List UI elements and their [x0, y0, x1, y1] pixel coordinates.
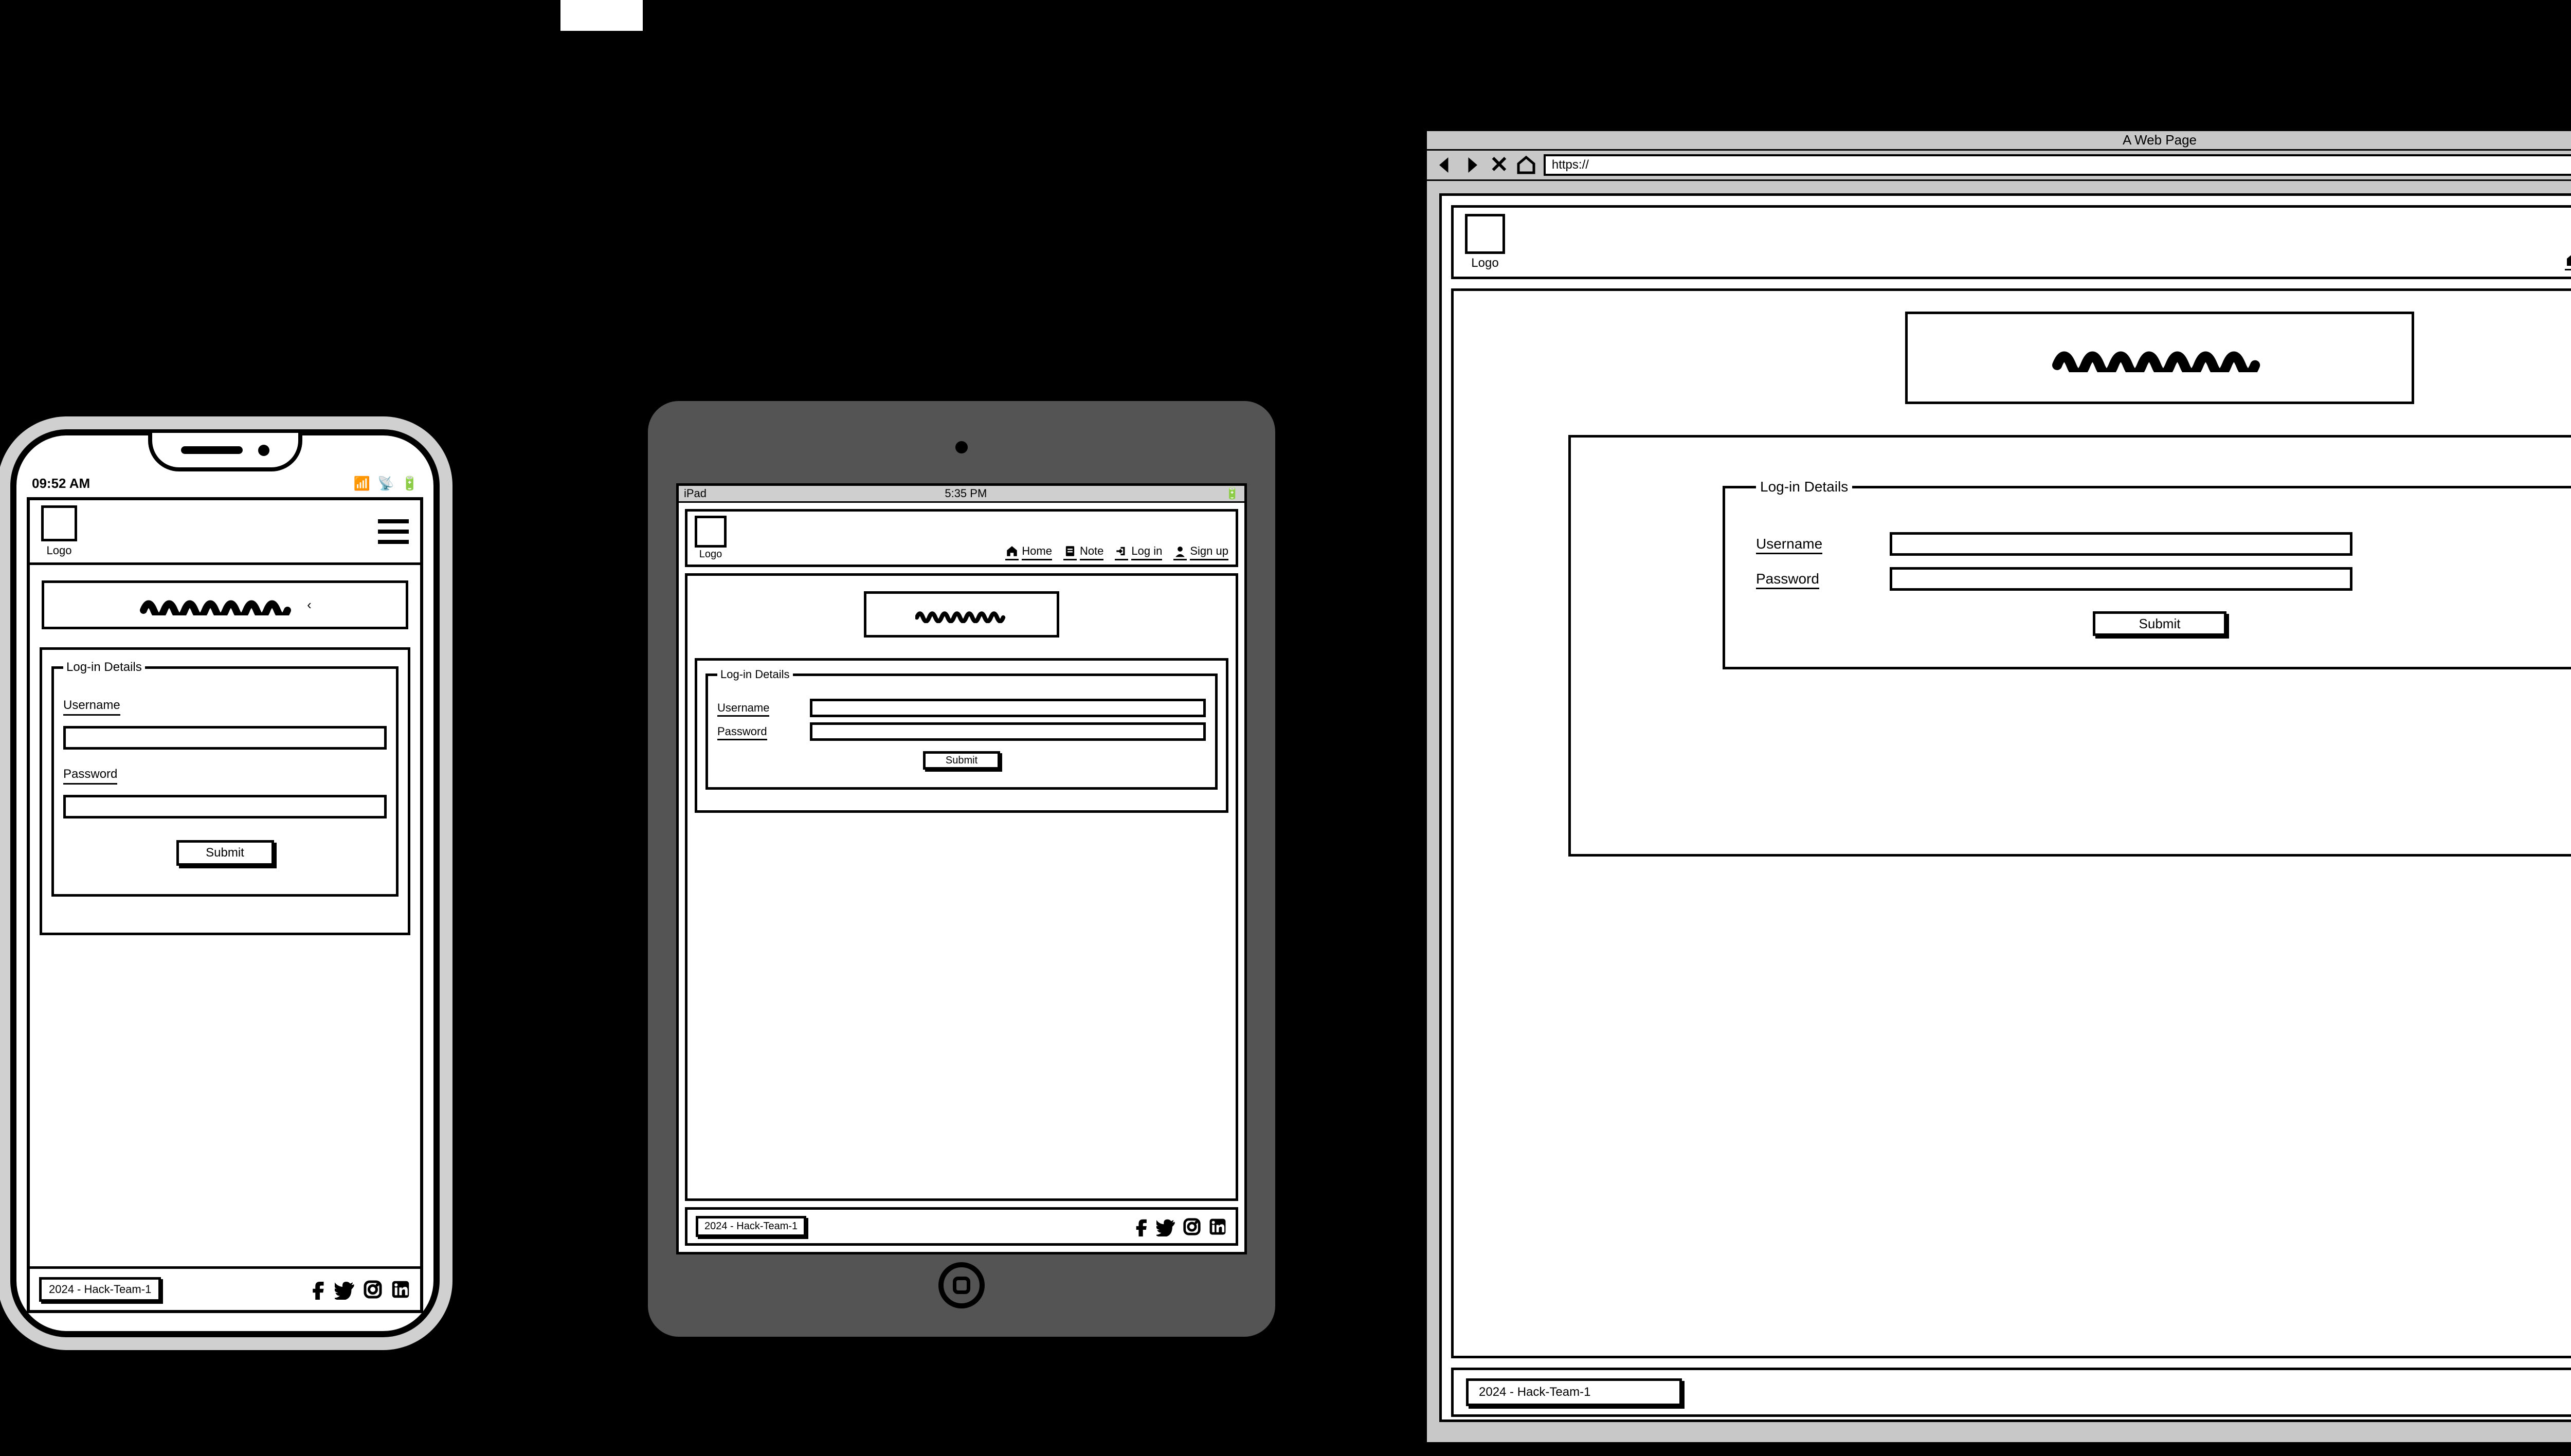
instagram-icon[interactable]: [1182, 1217, 1202, 1236]
signal-icon: 📶: [354, 476, 370, 492]
phone-notch: [148, 433, 302, 471]
login-panel: Log-in Details Username Password Submit: [40, 647, 410, 935]
user-plus-icon: [1173, 544, 1187, 560]
logo-label: Logo: [695, 549, 727, 560]
home-icon[interactable]: [1516, 155, 1536, 175]
main-nav: Home Note Log in Sign up: [1005, 544, 1228, 560]
footer-copyright: 2024 - Hack-Team-1: [1466, 1378, 1682, 1406]
tablet-header: Logo Home Note Log in: [685, 509, 1238, 567]
facebook-icon[interactable]: [307, 1279, 328, 1300]
submit-button[interactable]: Submit: [2093, 611, 2226, 636]
nav-note[interactable]: Note: [1063, 544, 1103, 560]
login-panel: Log-in Details Username Password Submit: [1568, 435, 2571, 857]
phone-status-bar: 09:52 AM 📶 📡 🔋: [16, 476, 433, 492]
instagram-icon[interactable]: [363, 1279, 383, 1300]
facebook-icon[interactable]: [1131, 1217, 1150, 1236]
login-fieldset: Log-in Details Username Password Submit: [51, 660, 399, 897]
back-icon[interactable]: [1434, 155, 1455, 175]
tablet-footer: 2024 - Hack-Team-1: [685, 1207, 1238, 1246]
stray-rectangle: [560, 0, 643, 31]
login-fieldset: Log-in Details Username Password Submit: [705, 668, 1218, 790]
url-text: https://: [1552, 158, 1589, 172]
stop-icon[interactable]: ✕: [1490, 154, 1509, 176]
login-panel: Log-in Details Username Password Submit: [695, 658, 1228, 813]
login-legend: Log-in Details: [63, 660, 145, 675]
footer-copyright: 2024 - Hack-Team-1: [39, 1277, 161, 1302]
browser-footer: 2024 - Hack-Team-1: [1451, 1368, 2571, 1417]
hero-banner: [864, 591, 1059, 638]
login-fieldset: Log-in Details Username Password Submit: [1723, 479, 2571, 669]
login-icon: [1115, 544, 1128, 560]
username-label: Username: [1756, 536, 1849, 552]
browser-mockup: A Web Page ✕ https:// Logo: [1424, 129, 2571, 1445]
footer-copyright: 2024 - Hack-Team-1: [696, 1216, 806, 1237]
browser-body: Log-in Details Username Password Submit: [1451, 288, 2571, 1358]
url-bar[interactable]: https://: [1544, 154, 2571, 176]
submit-button[interactable]: Submit: [923, 751, 1000, 770]
submit-button[interactable]: Submit: [176, 840, 274, 866]
caret-icon: ‹: [307, 597, 312, 613]
wifi-icon: 📡: [377, 476, 394, 492]
username-input[interactable]: [63, 726, 387, 750]
tablet-status-bar: iPad 5:35 PM 🔋: [679, 486, 1244, 503]
phone-header: Logo: [30, 500, 420, 565]
password-input[interactable]: [810, 722, 1206, 741]
battery-icon: 🔋: [1225, 487, 1239, 500]
username-input[interactable]: [1890, 532, 2352, 556]
password-label: Password: [1756, 571, 1849, 587]
tablet-device-label: iPad: [684, 487, 707, 500]
phone-mockup: 09:52 AM 📶 📡 🔋 Logo: [10, 429, 440, 1337]
logo[interactable]: Logo: [41, 505, 77, 557]
username-input[interactable]: [810, 699, 1206, 717]
tablet-body: Log-in Details Username Password Submit: [685, 573, 1238, 1201]
home-icon: [1005, 544, 1019, 560]
linkedin-icon[interactable]: [1208, 1217, 1227, 1236]
username-label: Username: [63, 698, 387, 713]
linkedin-icon[interactable]: [390, 1279, 411, 1300]
browser-toolbar: ✕ https://: [1427, 149, 2571, 181]
login-legend: Log-in Details: [1756, 479, 1852, 495]
logo[interactable]: Logo: [695, 516, 727, 560]
browser-title: A Web Page: [1427, 131, 2571, 149]
placeholder-heading-squiggle: [915, 606, 1008, 623]
nav-home[interactable]: Home: [1005, 544, 1052, 560]
password-input[interactable]: [63, 795, 387, 818]
hero-banner: ‹: [42, 580, 408, 629]
twitter-icon[interactable]: [1156, 1217, 1176, 1236]
social-links: [1131, 1217, 1227, 1236]
tablet-home-button[interactable]: [938, 1262, 985, 1308]
tablet-clock: 5:35 PM: [945, 487, 987, 500]
home-icon: [2565, 251, 2571, 270]
password-label: Password: [63, 767, 387, 781]
note-icon: [1063, 544, 1077, 560]
password-label: Password: [717, 725, 800, 738]
phone-clock: 09:52 AM: [32, 476, 90, 492]
battery-icon: 🔋: [402, 476, 418, 492]
main-nav: Home Note Log in Sign up: [2565, 251, 2571, 270]
hamburger-menu-icon[interactable]: [378, 519, 409, 544]
placeholder-heading-squiggle: [2052, 344, 2268, 372]
twitter-icon[interactable]: [335, 1279, 355, 1300]
hero-banner: [1905, 312, 2414, 404]
logo[interactable]: Logo: [1465, 214, 1505, 270]
social-links: [307, 1279, 411, 1300]
forward-icon[interactable]: [1462, 155, 1482, 175]
logo-label: Logo: [1465, 256, 1505, 270]
browser-header: Logo Home Note Log in: [1451, 205, 2571, 279]
phone-footer: 2024 - Hack-Team-1: [30, 1266, 420, 1310]
login-legend: Log-in Details: [717, 668, 793, 681]
tablet-camera: [955, 441, 968, 453]
username-label: Username: [717, 701, 800, 715]
tablet-mockup: iPad 5:35 PM 🔋 Logo Home Note: [648, 401, 1275, 1337]
browser-page: Logo Home Note Log in: [1439, 193, 2571, 1422]
logo-label: Logo: [41, 544, 77, 557]
nav-login[interactable]: Log in: [1115, 544, 1162, 560]
tablet-screen: iPad 5:35 PM 🔋 Logo Home Note: [676, 483, 1247, 1254]
phone-screen: Logo ‹ Log-in Details U: [27, 497, 423, 1313]
nav-signup[interactable]: Sign up: [1173, 544, 1228, 560]
placeholder-heading-squiggle: [138, 595, 298, 615]
nav-home[interactable]: Home: [2565, 251, 2571, 270]
password-input[interactable]: [1890, 567, 2352, 591]
